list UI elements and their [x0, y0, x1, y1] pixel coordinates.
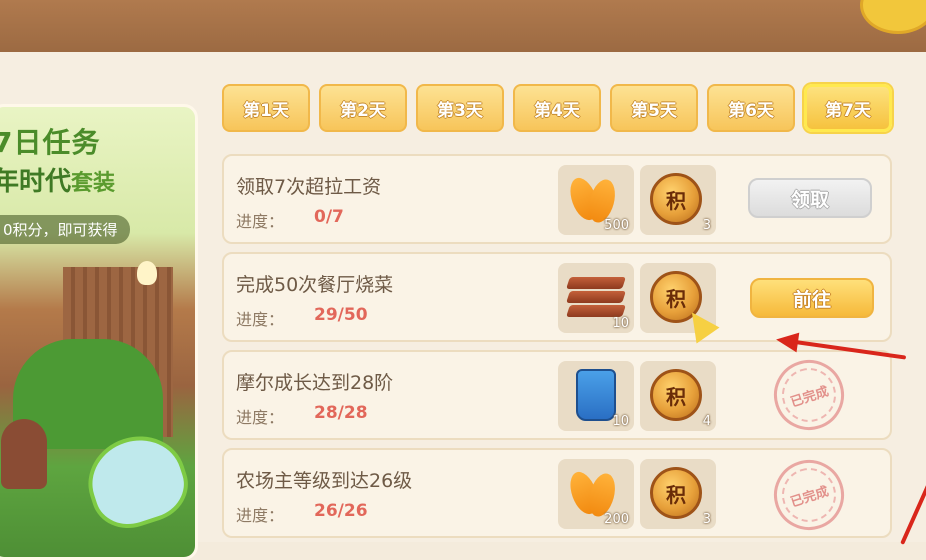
banner-outfit-name: 年时代: [0, 167, 72, 197]
tab-day-2[interactable]: 第2天: [319, 84, 407, 132]
reward-slot[interactable]: 500: [558, 165, 634, 235]
points-coin-icon: 积: [650, 369, 702, 421]
points-coin-icon: 积: [650, 173, 702, 225]
points-coin-icon: 积: [650, 467, 702, 519]
progress-value: 28/28: [314, 403, 368, 423]
task-card: 领取7次超拉工资 进度： 0/7 500 积 3 领取: [222, 154, 892, 244]
annotation-arrow-head-icon: [774, 329, 800, 353]
progress-label: 进度：: [236, 310, 285, 329]
reward-qty: 200: [604, 512, 629, 527]
reward-qty: 3: [702, 218, 711, 233]
banner-outfit-suffix: 套装: [71, 171, 116, 196]
reward-qty: 10: [612, 316, 629, 331]
claim-button[interactable]: 领取: [748, 178, 872, 218]
banner-subtitle-line: 年时代套装: [0, 161, 115, 198]
wood-planks-icon: [566, 277, 626, 317]
tab-day-3[interactable]: 第3天: [416, 84, 504, 132]
tab-day-1[interactable]: 第1天: [222, 84, 310, 132]
reward-qty: 4: [702, 414, 711, 429]
progress-label: 进度：: [236, 506, 285, 525]
task-card: 完成50次餐厅烧菜 进度： 29/50 10 积 前往: [222, 252, 892, 342]
reward-slot[interactable]: 200: [558, 459, 634, 529]
progress-value: 29/50: [314, 305, 368, 325]
go-button[interactable]: 前往: [750, 278, 874, 318]
reward-qty: 3: [702, 512, 711, 527]
task-card: 摩尔成长达到28阶 进度： 28/28 10 积 4 已完成: [222, 350, 892, 440]
chips-icon: [565, 174, 624, 226]
currency-coin-icon[interactable]: [860, 0, 926, 34]
banner-title: 7日任务: [0, 126, 101, 159]
reward-qty: 10: [612, 414, 629, 429]
reward-slot[interactable]: 10: [558, 361, 634, 431]
banner-points-hint: 0积分，即可获得: [0, 215, 130, 244]
character-illustration: [1, 419, 47, 489]
progress-value: 0/7: [314, 207, 344, 227]
reward-slot[interactable]: 积 3: [640, 459, 716, 529]
task-title: 领取7次超拉工资: [236, 176, 382, 198]
tab-day-7[interactable]: 第7天: [804, 84, 892, 132]
completed-stamp: 已完成: [764, 450, 854, 540]
reward-slot[interactable]: 积 3: [640, 165, 716, 235]
task-title: 农场主等级到达26级: [236, 470, 413, 492]
ghost-icon: [137, 261, 157, 285]
tab-day-4[interactable]: 第4天: [513, 84, 601, 132]
tab-day-6[interactable]: 第6天: [707, 84, 795, 132]
reward-slot[interactable]: 10: [558, 263, 634, 333]
progress-label: 进度：: [236, 408, 285, 427]
task-card: 农场主等级到达26级 进度： 26/26 200 积 3 已完成: [222, 448, 892, 540]
event-banner: 7日任务 年时代套装 0积分，即可获得: [0, 104, 198, 560]
chips-icon: [565, 468, 624, 520]
reward-slot[interactable]: 积 4: [640, 361, 716, 431]
tab-day-5[interactable]: 第5天: [610, 84, 698, 132]
progress-label: 进度：: [236, 212, 285, 231]
progress-value: 26/26: [314, 501, 368, 521]
task-title: 摩尔成长达到28阶: [236, 372, 394, 394]
task-title: 完成50次餐厅烧菜: [236, 274, 394, 296]
reward-qty: 500: [604, 218, 629, 233]
seed-bag-icon: [576, 369, 616, 421]
completed-stamp: 已完成: [764, 350, 854, 440]
top-bar: [0, 0, 926, 52]
